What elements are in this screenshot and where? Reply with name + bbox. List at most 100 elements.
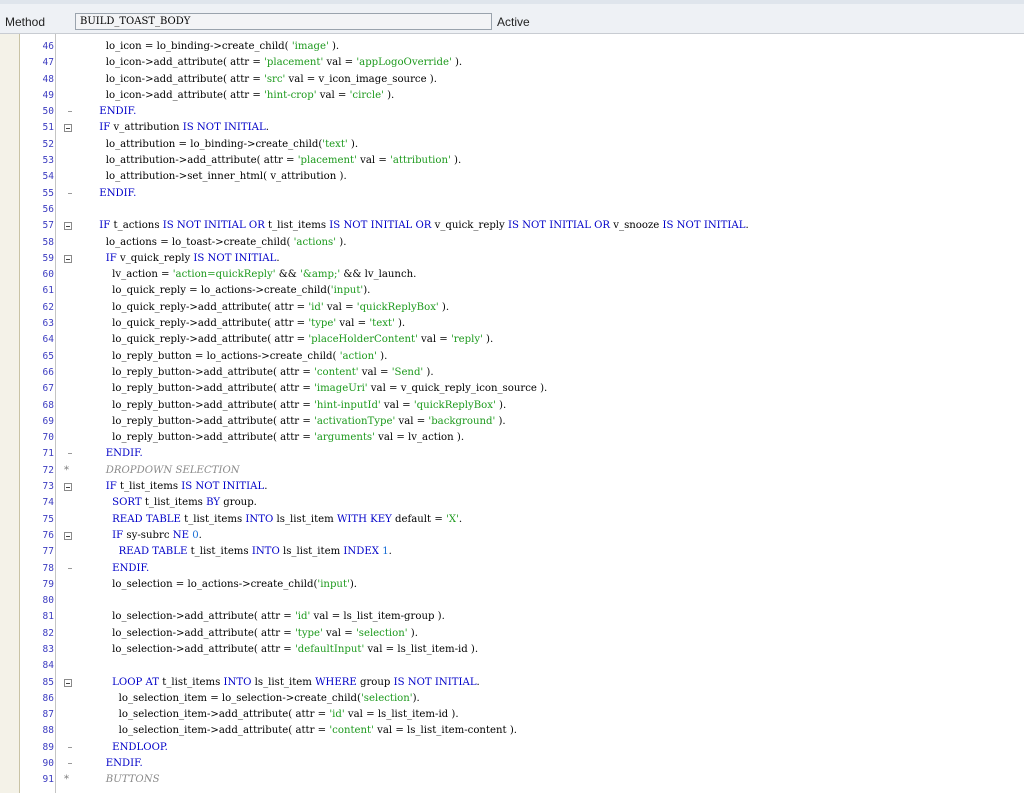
code-line[interactable]: 87 lo_selection_item->add_attribute( att… [0, 707, 1024, 723]
code-token: 'placeHolderContent' [308, 334, 418, 346]
code-text: lo_selection->add_attribute( attr = 'def… [80, 642, 478, 658]
line-number: 67 [42, 383, 54, 395]
code-line[interactable]: 78 ENDIF. [0, 561, 1024, 577]
code-text: ENDIF. [80, 446, 143, 462]
code-line[interactable]: 58 lo_actions = lo_toast->create_child( … [0, 235, 1024, 251]
code-token: 'X' [446, 513, 459, 525]
code-line[interactable]: 85 LOOP AT t_list_items INTO ls_list_ite… [0, 675, 1024, 691]
code-text: lo_quick_reply->add_attribute( attr = 'i… [80, 300, 449, 316]
code-line[interactable]: 74 SORT t_list_items BY group. [0, 495, 1024, 511]
code-line[interactable]: 90 ENDIF. [0, 756, 1024, 772]
code-line[interactable]: 52 lo_attribution = lo_binding->create_c… [0, 137, 1024, 153]
code-line[interactable]: 84 [0, 658, 1024, 674]
code-text: ENDIF. [80, 104, 136, 120]
code-line[interactable]: 72 * DROPDOWN SELECTION [0, 463, 1024, 479]
code-token: v_attribution [110, 122, 183, 134]
code-line[interactable]: 65 lo_reply_button = lo_actions->create_… [0, 349, 1024, 365]
code-line[interactable]: 49 lo_icon->add_attribute( attr = 'hint-… [0, 88, 1024, 104]
collapse-block-icon[interactable] [64, 678, 72, 687]
method-header: Method BUILD_TOAST_BODY Active [0, 0, 1024, 34]
line-number: 76 [42, 529, 54, 541]
code-text: lo_selection->add_attribute( attr = 'id'… [80, 609, 445, 625]
line-number: 73 [42, 481, 54, 493]
code-token: t_list_items [264, 220, 330, 232]
code-line[interactable]: 83 lo_selection->add_attribute( attr = '… [0, 642, 1024, 658]
code-token: IS NOT INITIAL OR [162, 220, 265, 232]
code-token: lo_quick_reply = lo_actions->create_chil… [80, 285, 331, 297]
code-token: IS NOT INITIAL [662, 220, 746, 232]
code-text: BUTTONS [80, 772, 160, 788]
code-editor[interactable]: 46 lo_icon = lo_binding->create_child( '… [0, 34, 1024, 793]
code-line[interactable]: 68 lo_reply_button->add_attribute( attr … [0, 398, 1024, 414]
code-line[interactable]: 69 lo_reply_button->add_attribute( attr … [0, 414, 1024, 430]
collapse-block-icon[interactable] [64, 124, 72, 133]
code-line[interactable]: 81 lo_selection->add_attribute( attr = '… [0, 609, 1024, 625]
code-token: lo_selection->add_attribute( attr = [80, 611, 295, 623]
code-text: ENDIF. [80, 561, 149, 577]
line-number: 62 [42, 301, 54, 313]
code-text: lo_reply_button = lo_actions->create_chi… [80, 349, 387, 365]
code-token: IS NOT INITIAL [393, 676, 477, 688]
code-token: . [388, 546, 392, 558]
collapse-block-icon[interactable] [64, 222, 72, 231]
line-number: 70 [42, 432, 54, 444]
code-line[interactable]: 62 lo_quick_reply->add_attribute( attr =… [0, 300, 1024, 316]
collapse-block-icon[interactable] [64, 483, 72, 492]
code-token: lo_icon->add_attribute( attr = [80, 73, 265, 85]
code-token: val = ls_list_item-content ). [373, 725, 517, 737]
code-line[interactable]: 59 IF v_quick_reply IS NOT INITIAL. [0, 251, 1024, 267]
code-line[interactable]: 67 lo_reply_button->add_attribute( attr … [0, 381, 1024, 397]
code-token: IS NOT INITIAL [182, 122, 266, 134]
code-token: val = [316, 89, 350, 101]
code-line[interactable]: 70 lo_reply_button->add_attribute( attr … [0, 430, 1024, 446]
code-line[interactable]: 60 lv_action = 'action=quickReply' && '&… [0, 267, 1024, 283]
code-token: lo_reply_button->add_attribute( attr = [80, 399, 315, 411]
code-token: val = [322, 627, 356, 639]
line-number: 72 [42, 464, 54, 476]
method-name-field[interactable]: BUILD_TOAST_BODY [75, 13, 492, 30]
code-token: ENDIF. [80, 187, 137, 199]
method-label: Method [5, 15, 46, 29]
collapse-block-icon[interactable] [64, 254, 72, 263]
code-token: ). [383, 89, 395, 101]
code-line[interactable]: 47 lo_icon->add_attribute( attr = 'place… [0, 55, 1024, 71]
code-line[interactable]: 50 ENDIF. [0, 104, 1024, 120]
code-token: 'src' [264, 73, 286, 85]
collapse-block-icon[interactable] [64, 531, 72, 540]
code-token: IF [80, 220, 111, 232]
code-line[interactable]: 57 IF t_actions IS NOT INITIAL OR t_list… [0, 218, 1024, 234]
code-line[interactable]: 82 lo_selection->add_attribute( attr = '… [0, 626, 1024, 642]
code-token: IF [80, 122, 111, 134]
code-line[interactable]: 71 ENDIF. [0, 446, 1024, 462]
code-text: IF sy-subrc NE 0. [80, 528, 202, 544]
code-line[interactable]: 79 lo_selection = lo_actions->create_chi… [0, 577, 1024, 593]
code-line[interactable]: 56 [0, 202, 1024, 218]
code-token: . [476, 676, 480, 688]
code-line[interactable]: 51 IF v_attribution IS NOT INITIAL. [0, 120, 1024, 136]
code-line[interactable]: 53 lo_attribution->add_attribute( attr =… [0, 153, 1024, 169]
code-line[interactable]: 76 IF sy-subrc NE 0. [0, 528, 1024, 544]
code-line[interactable]: 86 lo_selection_item = lo_selection->cre… [0, 691, 1024, 707]
code-line[interactable]: 75 READ TABLE t_list_items INTO ls_list_… [0, 512, 1024, 528]
code-line[interactable]: 61 lo_quick_reply = lo_actions->create_c… [0, 283, 1024, 299]
code-line[interactable]: 66 lo_reply_button->add_attribute( attr … [0, 365, 1024, 381]
code-line[interactable]: 73 IF t_list_items IS NOT INITIAL. [0, 479, 1024, 495]
code-text: lo_selection_item->add_attribute( attr =… [80, 707, 459, 723]
line-number: 85 [42, 676, 54, 688]
code-line[interactable]: 88 lo_selection_item->add_attribute( att… [0, 723, 1024, 739]
code-line[interactable]: 55 ENDIF. [0, 186, 1024, 202]
code-token: . [198, 529, 202, 541]
code-line[interactable]: 46 lo_icon = lo_binding->create_child( '… [0, 39, 1024, 55]
code-line[interactable]: 64 lo_quick_reply->add_attribute( attr =… [0, 332, 1024, 348]
line-number: 57 [42, 220, 54, 232]
code-line[interactable]: 89 ENDLOOP. [0, 740, 1024, 756]
code-token: v_quick_reply [431, 220, 508, 232]
code-token: val = [323, 301, 357, 313]
line-number: 51 [42, 122, 54, 134]
code-line[interactable]: 91 * BUTTONS [0, 772, 1024, 788]
code-line[interactable]: 77 READ TABLE t_list_items INTO ls_list_… [0, 544, 1024, 560]
code-line[interactable]: 80 [0, 593, 1024, 609]
code-line[interactable]: 63 lo_quick_reply->add_attribute( attr =… [0, 316, 1024, 332]
code-line[interactable]: 54 lo_attribution->set_inner_html( v_att… [0, 169, 1024, 185]
code-line[interactable]: 48 lo_icon->add_attribute( attr = 'src' … [0, 72, 1024, 88]
